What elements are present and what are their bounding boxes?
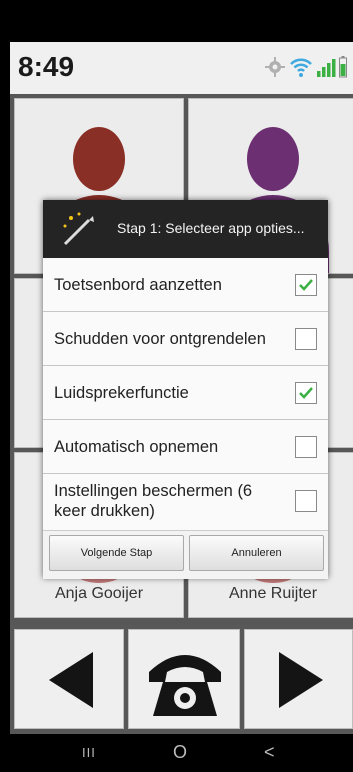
previous-arrow-icon	[49, 652, 93, 708]
home-button[interactable]: O	[173, 742, 187, 763]
option-label: Toetsenbord aanzetten	[54, 275, 222, 294]
option-checkbox[interactable]	[295, 327, 317, 350]
option-row[interactable]: Luidsprekerfunctie	[43, 366, 328, 420]
option-row[interactable]: Instellingen beschermen (6 keer drukken)	[43, 474, 328, 528]
bottom-navigation	[10, 625, 353, 734]
clock-time: 8:49	[18, 51, 75, 82]
contact-name: Anne Ruijter	[228, 585, 318, 602]
phone-frame: 8:49 Anja Gooijer Anne Ruijter III O < S…	[0, 0, 353, 772]
next-step-button[interactable]: Volgende Stap	[49, 535, 184, 571]
status-icons	[264, 56, 347, 83]
cancel-button[interactable]: Annuleren	[189, 535, 324, 571]
phone-icon	[149, 655, 221, 716]
battery-icon	[339, 56, 347, 83]
settings-icon	[264, 56, 286, 83]
option-label: Automatisch opnemen	[54, 437, 219, 456]
option-row[interactable]: Schudden voor ontgrendelen	[43, 312, 328, 366]
contact-name: Anja Gooijer	[54, 585, 144, 602]
next-arrow-icon	[279, 652, 323, 708]
option-label: Instellingen beschermen (6 keer drukken)	[54, 482, 253, 520]
recents-button[interactable]: III	[82, 745, 96, 760]
option-checkbox[interactable]	[295, 273, 317, 296]
dialog-title: Stap 1: Selecteer app opties...	[117, 220, 305, 236]
call-button[interactable]	[128, 629, 240, 729]
option-label: Schudden voor ontgrendelen	[54, 329, 266, 348]
avatar-head	[247, 127, 299, 191]
option-checkbox[interactable]	[295, 381, 317, 404]
option-label: Luidsprekerfunctie	[54, 383, 189, 402]
option-row[interactable]: Toetsenbord aanzetten	[43, 258, 328, 312]
status-bar: 8:49	[10, 42, 353, 94]
option-checkbox[interactable]	[295, 490, 317, 512]
options-list: Toetsenbord aanzetten Schudden voor ontg…	[43, 258, 328, 528]
option-checkbox[interactable]	[295, 435, 317, 458]
next-button[interactable]	[244, 629, 353, 729]
system-navigation-bar: III O <	[0, 734, 353, 772]
avatar-head	[73, 127, 125, 191]
dialog-header: Stap 1: Selecteer app opties...	[43, 200, 328, 258]
checkmark-icon	[299, 386, 313, 399]
wifi-icon	[289, 56, 313, 83]
option-row[interactable]: Automatisch opnemen	[43, 420, 328, 474]
previous-button[interactable]	[14, 629, 124, 729]
app-options-dialog: Stap 1: Selecteer app opties... Toetsenb…	[43, 200, 328, 579]
signal-icon	[316, 56, 336, 83]
dialog-button-bar: Volgende Stap Annuleren	[43, 530, 328, 579]
back-button[interactable]: <	[264, 742, 275, 763]
magic-wand-icon	[63, 212, 94, 246]
checkmark-icon	[299, 278, 313, 291]
